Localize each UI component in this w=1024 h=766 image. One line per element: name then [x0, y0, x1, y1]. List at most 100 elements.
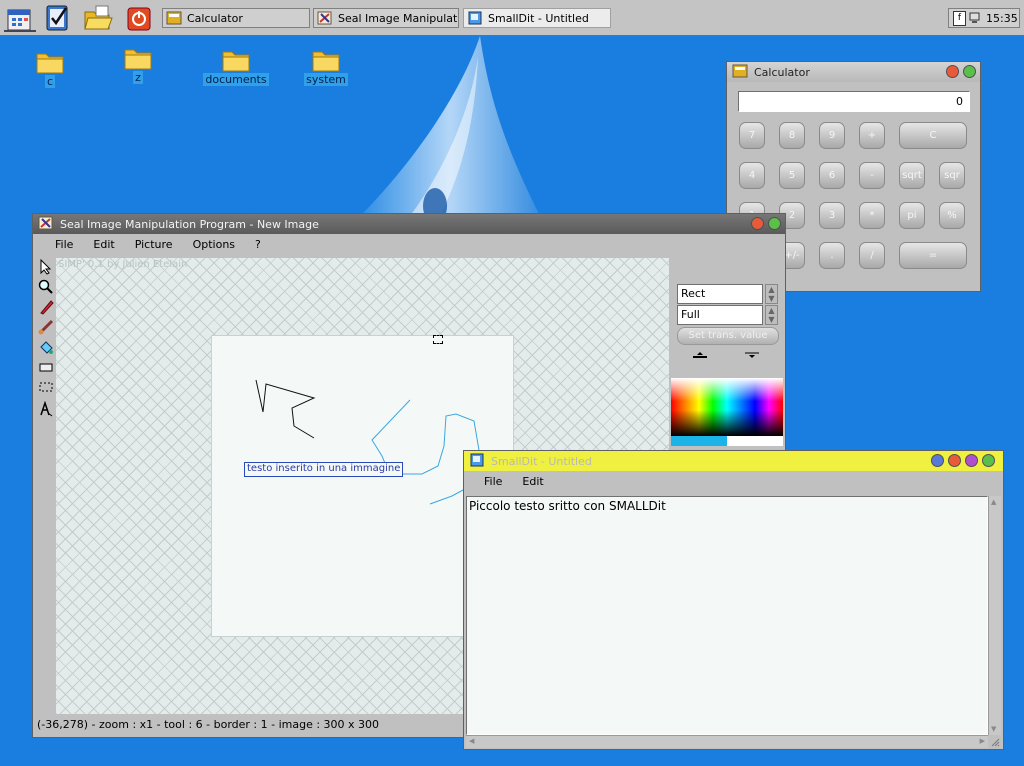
fill-bucket-icon[interactable]: [37, 338, 55, 356]
rectangle-icon[interactable]: [37, 358, 55, 376]
menu-file[interactable]: File: [45, 238, 83, 251]
menu-options[interactable]: Options: [183, 238, 245, 251]
key-6[interactable]: 6: [819, 162, 845, 189]
task-seal-image-manipulation[interactable]: Seal Image Manipulation: [313, 8, 459, 28]
key-minus[interactable]: -: [859, 162, 885, 189]
desktop-icon-documents[interactable]: documents: [196, 48, 276, 86]
menu-file[interactable]: File: [474, 475, 512, 488]
smalldit-menubar: File Edit: [464, 471, 1003, 491]
shape-select[interactable]: Rect: [677, 284, 763, 304]
chevron-down-icon[interactable]: ▲ ▼: [765, 305, 778, 325]
close-icon[interactable]: [946, 65, 959, 78]
key-7[interactable]: 7: [739, 122, 765, 149]
smalldit-window: SmallDit - Untitled File Edit Piccolo te…: [463, 450, 1004, 750]
menu-picture[interactable]: Picture: [125, 238, 183, 251]
key-equals[interactable]: =: [899, 242, 967, 269]
maximize-icon[interactable]: [982, 454, 995, 467]
close-icon[interactable]: [948, 454, 961, 467]
line-thin-icon[interactable]: [691, 350, 709, 363]
task-smalldit[interactable]: SmallDit - Untitled: [463, 8, 611, 28]
text-icon[interactable]: [37, 400, 55, 418]
desktop-icon-c[interactable]: c: [10, 50, 90, 88]
text-editor[interactable]: Piccolo testo sritto con SMALLDit: [466, 496, 988, 735]
document-icon: [467, 11, 483, 25]
minimize-icon[interactable]: [965, 454, 978, 467]
paint-icon: [317, 11, 333, 25]
calculator-icon: [732, 64, 748, 81]
key-9[interactable]: 9: [819, 122, 845, 149]
document-icon: [469, 453, 485, 470]
calculator-titlebar[interactable]: Calculator: [727, 62, 980, 82]
menu-edit[interactable]: Edit: [512, 475, 553, 488]
key-decimal[interactable]: .: [819, 242, 845, 269]
selection-icon[interactable]: [37, 378, 55, 396]
key-divide[interactable]: /: [859, 242, 885, 269]
calendar-icon[interactable]: [4, 2, 36, 34]
key-4[interactable]: 4: [739, 162, 765, 189]
maximize-icon[interactable]: [768, 217, 781, 230]
keyboard-layout-icon[interactable]: f: [953, 10, 966, 26]
chevron-down-icon[interactable]: ▲ ▼: [765, 284, 778, 304]
resize-grip-icon[interactable]: [990, 737, 1000, 747]
set-trans-value-button[interactable]: Set trans. value: [677, 327, 779, 345]
open-folder-icon[interactable]: [82, 2, 114, 34]
simp-titlebar[interactable]: Seal Image Manipulation Program - New Im…: [33, 214, 785, 234]
pencil-icon[interactable]: [37, 298, 55, 316]
line-thick-icon[interactable]: [743, 350, 761, 363]
window-title: Calculator: [754, 65, 810, 79]
secondary-color-swatch[interactable]: [727, 436, 783, 446]
magnifier-icon[interactable]: [37, 278, 55, 296]
close-icon[interactable]: [751, 217, 764, 230]
key-8[interactable]: 8: [779, 122, 805, 149]
task-calculator[interactable]: Calculator: [162, 8, 310, 28]
pointer-icon[interactable]: [37, 258, 55, 276]
key-3[interactable]: 3: [819, 202, 845, 229]
folder-icon: [36, 50, 64, 74]
key-multiply[interactable]: *: [859, 202, 885, 229]
power-icon[interactable]: [124, 2, 156, 34]
menu-help[interactable]: ?: [245, 238, 271, 251]
editor-content: Piccolo testo sritto con SMALLDit: [469, 499, 666, 513]
scroll-up-icon[interactable]: ▲: [991, 498, 996, 506]
fill-select[interactable]: Full: [677, 305, 763, 325]
key-sqr[interactable]: sqr: [939, 162, 965, 189]
color-palette[interactable]: [671, 378, 783, 436]
desktop-icon-system[interactable]: system: [286, 48, 366, 86]
credit-text: SIMP' 0.1 by Julien Etelain: [58, 259, 188, 270]
key-clear[interactable]: C: [899, 122, 967, 149]
clock: 15:35: [986, 11, 1018, 25]
key-plus[interactable]: +: [859, 122, 885, 149]
key-sqrt[interactable]: sqrt: [899, 162, 925, 189]
vertical-scrollbar[interactable]: ▲ ▼: [988, 496, 1001, 735]
menu-edit[interactable]: Edit: [83, 238, 124, 251]
brush-icon[interactable]: [37, 318, 55, 336]
task-label: Seal Image Manipulation: [338, 11, 458, 25]
calculator-icon: [166, 11, 182, 25]
scroll-down-icon[interactable]: ▼: [991, 725, 996, 733]
scroll-left-icon[interactable]: ◀: [469, 737, 474, 745]
scroll-right-icon[interactable]: ▶: [980, 737, 985, 745]
maximize-icon[interactable]: [963, 65, 976, 78]
simp-menubar: File Edit Picture Options ?: [33, 234, 785, 254]
desktop: { "taskbar": { "quick_launch": ["calenda…: [0, 0, 1024, 766]
icon-label: c: [44, 75, 56, 88]
key-pi[interactable]: pi: [899, 202, 925, 229]
seal-logo: [360, 36, 540, 216]
system-tray: f 15:35: [948, 8, 1020, 28]
primary-color-swatch[interactable]: [671, 436, 727, 446]
paint-icon: [38, 216, 54, 233]
help-icon[interactable]: [931, 454, 944, 467]
network-icon[interactable]: [969, 12, 980, 24]
key-percent[interactable]: %: [939, 202, 965, 229]
smalldit-titlebar[interactable]: SmallDit - Untitled: [464, 451, 1003, 471]
icon-label: documents: [203, 73, 269, 86]
horizontal-scrollbar[interactable]: ◀ ▶: [466, 735, 988, 748]
checklist-icon[interactable]: [42, 2, 74, 34]
key-5[interactable]: 5: [779, 162, 805, 189]
icon-label: z: [133, 71, 143, 84]
desktop-icon-z[interactable]: z: [98, 46, 178, 84]
inserted-text[interactable]: testo inserito in una immagine: [244, 462, 404, 477]
taskbar: Calculator Seal Image Manipulation Small…: [0, 0, 1024, 36]
task-label: SmallDit - Untitled: [488, 11, 589, 25]
selection-marker: [433, 335, 443, 344]
